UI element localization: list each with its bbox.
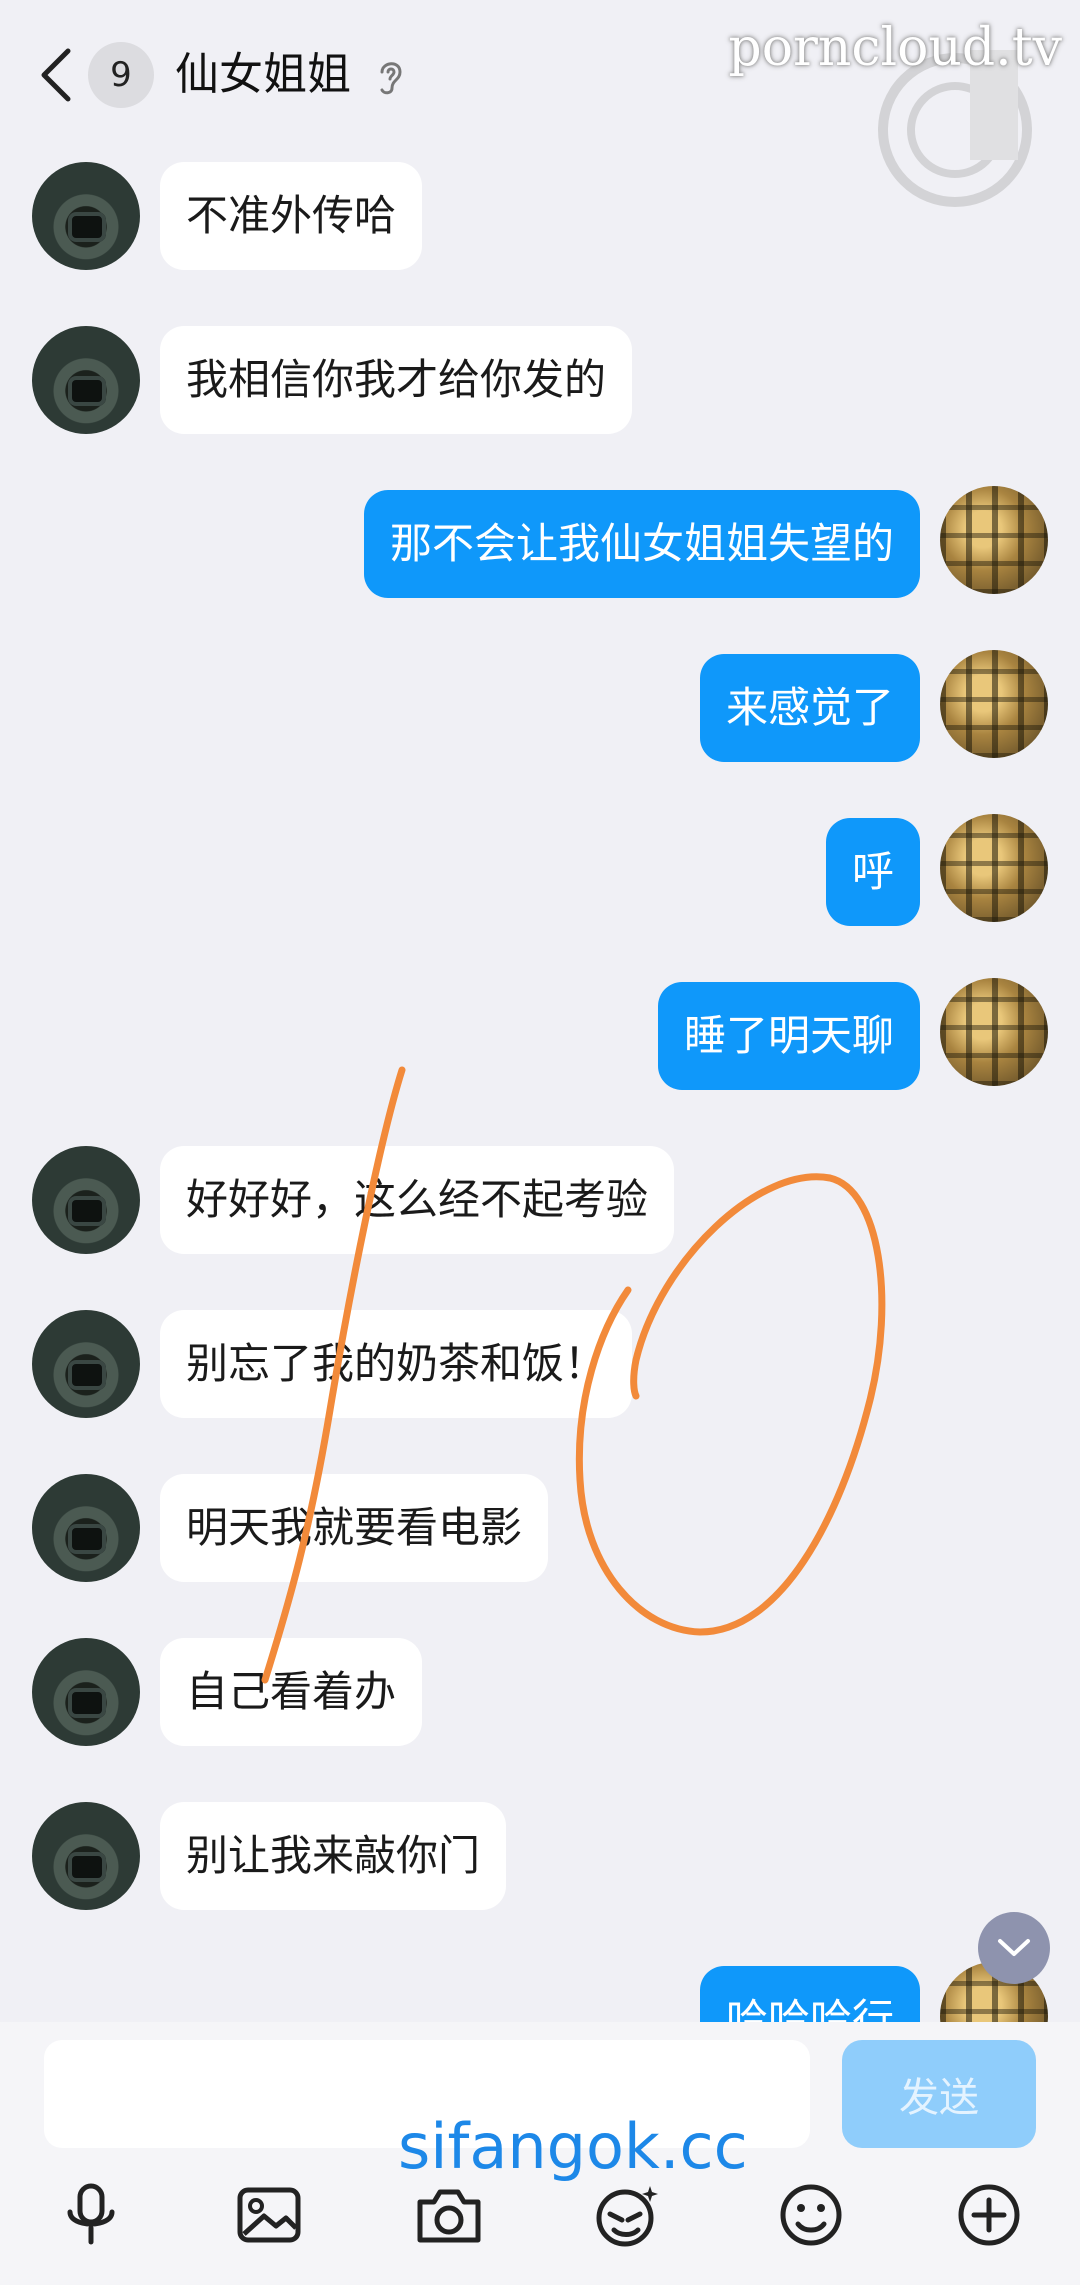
message-row: 别忘了我的奶茶和饭！ [0,1310,1080,1420]
message-row: 哈哈哈行 [0,1962,1080,2022]
contact-avatar[interactable] [32,326,140,434]
message-row: 我相信你我才给你发的 [0,326,1080,436]
watermark-bottom-text: sifangok.cc [398,2110,748,2183]
smiley-icon[interactable] [776,2180,846,2250]
message-row: 自己看着办 [0,1638,1080,1748]
chevron-down-icon [998,1939,1030,1956]
camera-icon[interactable] [414,2180,484,2250]
message-list[interactable]: 不准外传哈我相信你我才给你发的那不会让我仙女姐姐失望的来感觉了呼睡了明天聊好好好… [0,0,1080,2022]
contact-avatar[interactable] [32,1638,140,1746]
message-row: 睡了明天聊 [0,978,1080,1092]
sent-message-bubble[interactable]: 来感觉了 [699,654,920,762]
sent-message-bubble[interactable]: 哈哈哈行 [699,1966,920,2022]
contact-avatar[interactable] [32,1474,140,1582]
sent-message-bubble[interactable]: 呼 [825,818,920,926]
sent-message-bubble[interactable]: 那不会让我仙女姐姐失望的 [363,490,920,598]
received-message-bubble[interactable]: 明天我就要看电影 [160,1474,549,1582]
message-row: 不准外传哈 [0,162,1080,272]
message-row: 呼 [0,814,1080,928]
my-avatar[interactable] [940,814,1048,922]
message-row: 那不会让我仙女姐姐失望的 [0,486,1080,600]
send-button[interactable]: 发送 [842,2040,1036,2148]
received-message-bubble[interactable]: 我相信你我才给你发的 [160,326,633,434]
received-message-bubble[interactable]: 别忘了我的奶茶和饭！ [160,1310,633,1418]
my-avatar[interactable] [940,978,1048,1086]
sent-message-bubble[interactable]: 睡了明天聊 [657,982,920,1090]
contact-avatar[interactable] [32,1310,140,1418]
microphone-icon[interactable] [56,2180,126,2250]
contact-avatar[interactable] [32,1146,140,1254]
message-row: 明天我就要看电影 [0,1474,1080,1584]
message-row: 来感觉了 [0,650,1080,764]
plus-icon[interactable] [954,2180,1024,2250]
received-message-bubble[interactable]: 不准外传哈 [160,162,423,270]
input-bar: 发送 sifangok.cc [0,2022,1080,2285]
received-message-bubble[interactable]: 好好好，这么经不起考验 [160,1146,675,1254]
received-message-bubble[interactable]: 自己看着办 [160,1638,423,1746]
emoji-face-icon[interactable] [592,2180,662,2250]
my-avatar[interactable] [940,486,1048,594]
contact-avatar[interactable] [32,162,140,270]
image-icon[interactable] [234,2180,304,2250]
scroll-to-bottom-button[interactable] [978,1912,1050,1984]
message-row: 别让我来敲你门 [0,1802,1080,1912]
contact-avatar[interactable] [32,1802,140,1910]
message-row: 好好好，这么经不起考验 [0,1146,1080,1256]
my-avatar[interactable] [940,650,1048,758]
received-message-bubble[interactable]: 别让我来敲你门 [160,1802,507,1910]
